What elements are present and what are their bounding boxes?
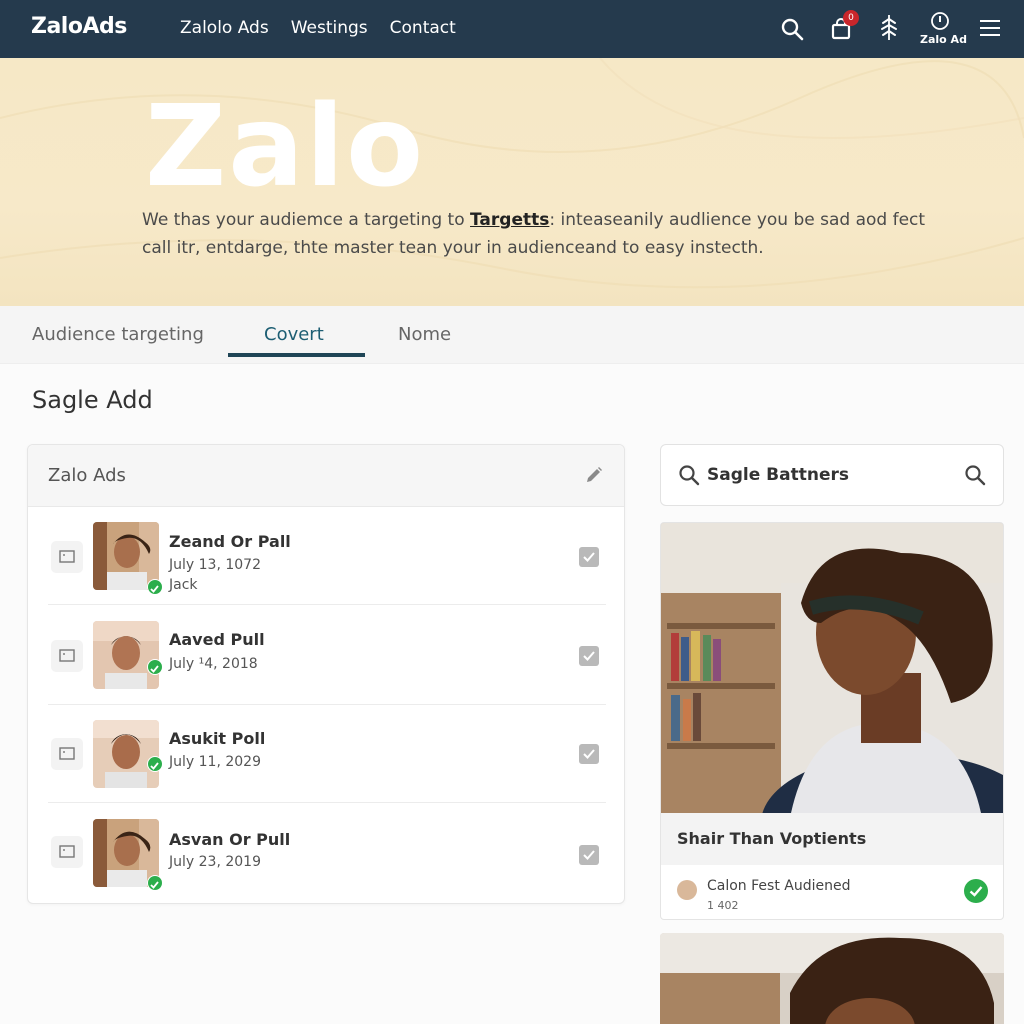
image-frame-icon: [59, 845, 75, 858]
search-input[interactable]: Sagle Battners: [707, 465, 849, 485]
clock-icon[interactable]: [930, 11, 950, 31]
list-item[interactable]: Aaved Pull July ¹4, 2018: [48, 607, 606, 705]
image-icon[interactable]: [51, 541, 83, 573]
ad-verified-badge: [964, 879, 988, 903]
edit-pencil-icon[interactable]: [584, 465, 604, 485]
section-title: Sagle Add: [32, 386, 153, 414]
tab-bar: Audience targeting Covert Nome: [0, 306, 1024, 364]
avatar: [93, 720, 159, 788]
check-icon: [150, 881, 159, 889]
row-checkbox[interactable]: [579, 744, 599, 764]
hero-description: We thas your audiemce a targeting to Tar…: [142, 206, 942, 262]
list-item[interactable]: Zeand Or Pall July 13, 1072 Jack: [48, 507, 606, 605]
image-frame-icon: [59, 747, 75, 760]
hero-banner: Zalo We thas your audiemce a targeting t…: [0, 58, 1024, 306]
list-item[interactable]: Asvan Or Pull July 23, 2019: [48, 803, 606, 901]
top-nav: ZaloAds Zalolo Ads Westings Contact 0 Za…: [0, 0, 1024, 58]
banner-search-box[interactable]: Sagle Battners: [660, 444, 1004, 506]
check-icon: [150, 665, 159, 673]
verified-badge: [147, 875, 163, 891]
verified-badge: [147, 756, 163, 772]
image-frame-icon: [59, 649, 75, 662]
checkmark-icon: [583, 850, 595, 860]
ad-author-avatar: [677, 880, 697, 900]
ad-preview-card[interactable]: Shair Than Voptients Calon Fest Audiened…: [660, 522, 1004, 920]
verified-badge: [147, 579, 163, 595]
tab-nome[interactable]: Nome: [398, 324, 451, 345]
cart-badge: 0: [843, 10, 859, 26]
active-tab-indicator: [228, 353, 365, 357]
row-name: Zeand Or Pall: [169, 532, 291, 551]
row-checkbox[interactable]: [579, 845, 599, 865]
hero-targets-link[interactable]: Targetts: [470, 210, 549, 230]
row-date: July 11, 2029: [169, 754, 261, 770]
list-item[interactable]: Asukit Poll July 11, 2029: [48, 705, 606, 803]
nav-link-contact[interactable]: Contact: [390, 18, 456, 38]
image-frame-icon: [59, 550, 75, 563]
search-icon: [679, 465, 700, 486]
hero-text-before: We thas your audiemce a targeting to: [142, 210, 471, 230]
tab-audience-targeting[interactable]: Audience targeting: [32, 324, 204, 345]
zalo-ads-card: Zalo Ads Zeand Or Pall July 13, 1072 Jac…: [27, 444, 625, 904]
row-checkbox[interactable]: [579, 646, 599, 666]
row-name: Asukit Poll: [169, 729, 266, 748]
checkmark-icon: [583, 651, 595, 661]
card-header: Zalo Ads: [28, 445, 624, 507]
row-name: Aaved Pull: [169, 630, 265, 649]
checkmark-icon: [583, 749, 595, 759]
card-title: Zalo Ads: [48, 465, 126, 486]
ad-title: Shair Than Voptients: [677, 829, 867, 848]
search-submit-icon[interactable]: [964, 464, 986, 486]
hero-title: Zalo: [145, 82, 426, 212]
menu-icon[interactable]: [979, 18, 1001, 38]
row-date: July 23, 2019: [169, 854, 261, 870]
row-name: Asvan Or Pull: [169, 830, 291, 849]
nav-links: Zalolo Ads Westings Contact: [180, 18, 456, 38]
ad-preview-card-2[interactable]: [660, 933, 1004, 1024]
search-icon[interactable]: [780, 17, 804, 41]
verified-badge: [147, 659, 163, 675]
check-icon: [150, 762, 159, 770]
row-sub: Jack: [169, 577, 198, 593]
ad-photo: [661, 523, 1003, 813]
brand-logo[interactable]: ZaloAds: [31, 14, 127, 39]
row-date: July 13, 1072: [169, 557, 261, 573]
image-icon[interactable]: [51, 738, 83, 770]
ad-count: 1 402: [707, 899, 739, 912]
ad-subtitle: Calon Fest Audiened: [707, 878, 851, 894]
row-date: July ¹4, 2018: [169, 656, 258, 672]
nav-link-westings[interactable]: Westings: [291, 18, 368, 38]
avatar: [93, 621, 159, 689]
image-icon[interactable]: [51, 836, 83, 868]
check-icon: [150, 585, 159, 593]
ad-title-bar: Shair Than Voptients: [661, 813, 1003, 865]
nav-link-zalolo-ads[interactable]: Zalolo Ads: [180, 18, 269, 38]
check-icon: [969, 886, 983, 897]
tab-covert[interactable]: Covert: [264, 324, 324, 345]
row-divider: [48, 604, 606, 605]
row-checkbox[interactable]: [579, 547, 599, 567]
profile-label[interactable]: Zalo Ad: [920, 33, 967, 46]
image-icon[interactable]: [51, 640, 83, 672]
leaf-icon[interactable]: [878, 13, 900, 41]
checkmark-icon: [583, 552, 595, 562]
